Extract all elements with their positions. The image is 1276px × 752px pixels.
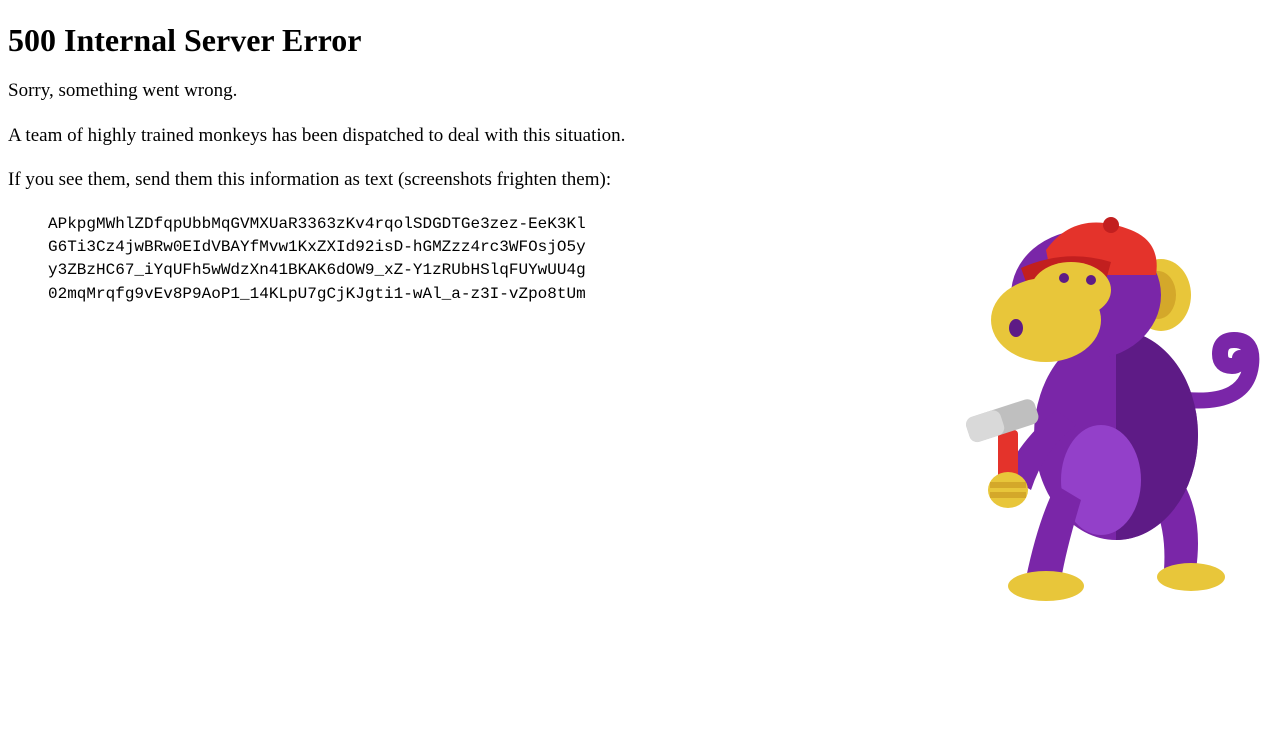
error-message-sorry: Sorry, something went wrong. — [8, 79, 1268, 104]
error-message-monkeys: A team of highly trained monkeys has bee… — [8, 124, 1268, 149]
monkey-illustration — [926, 190, 1266, 610]
error-title: 500 Internal Server Error — [8, 22, 1268, 59]
monkey-with-hammer-icon — [926, 190, 1266, 610]
